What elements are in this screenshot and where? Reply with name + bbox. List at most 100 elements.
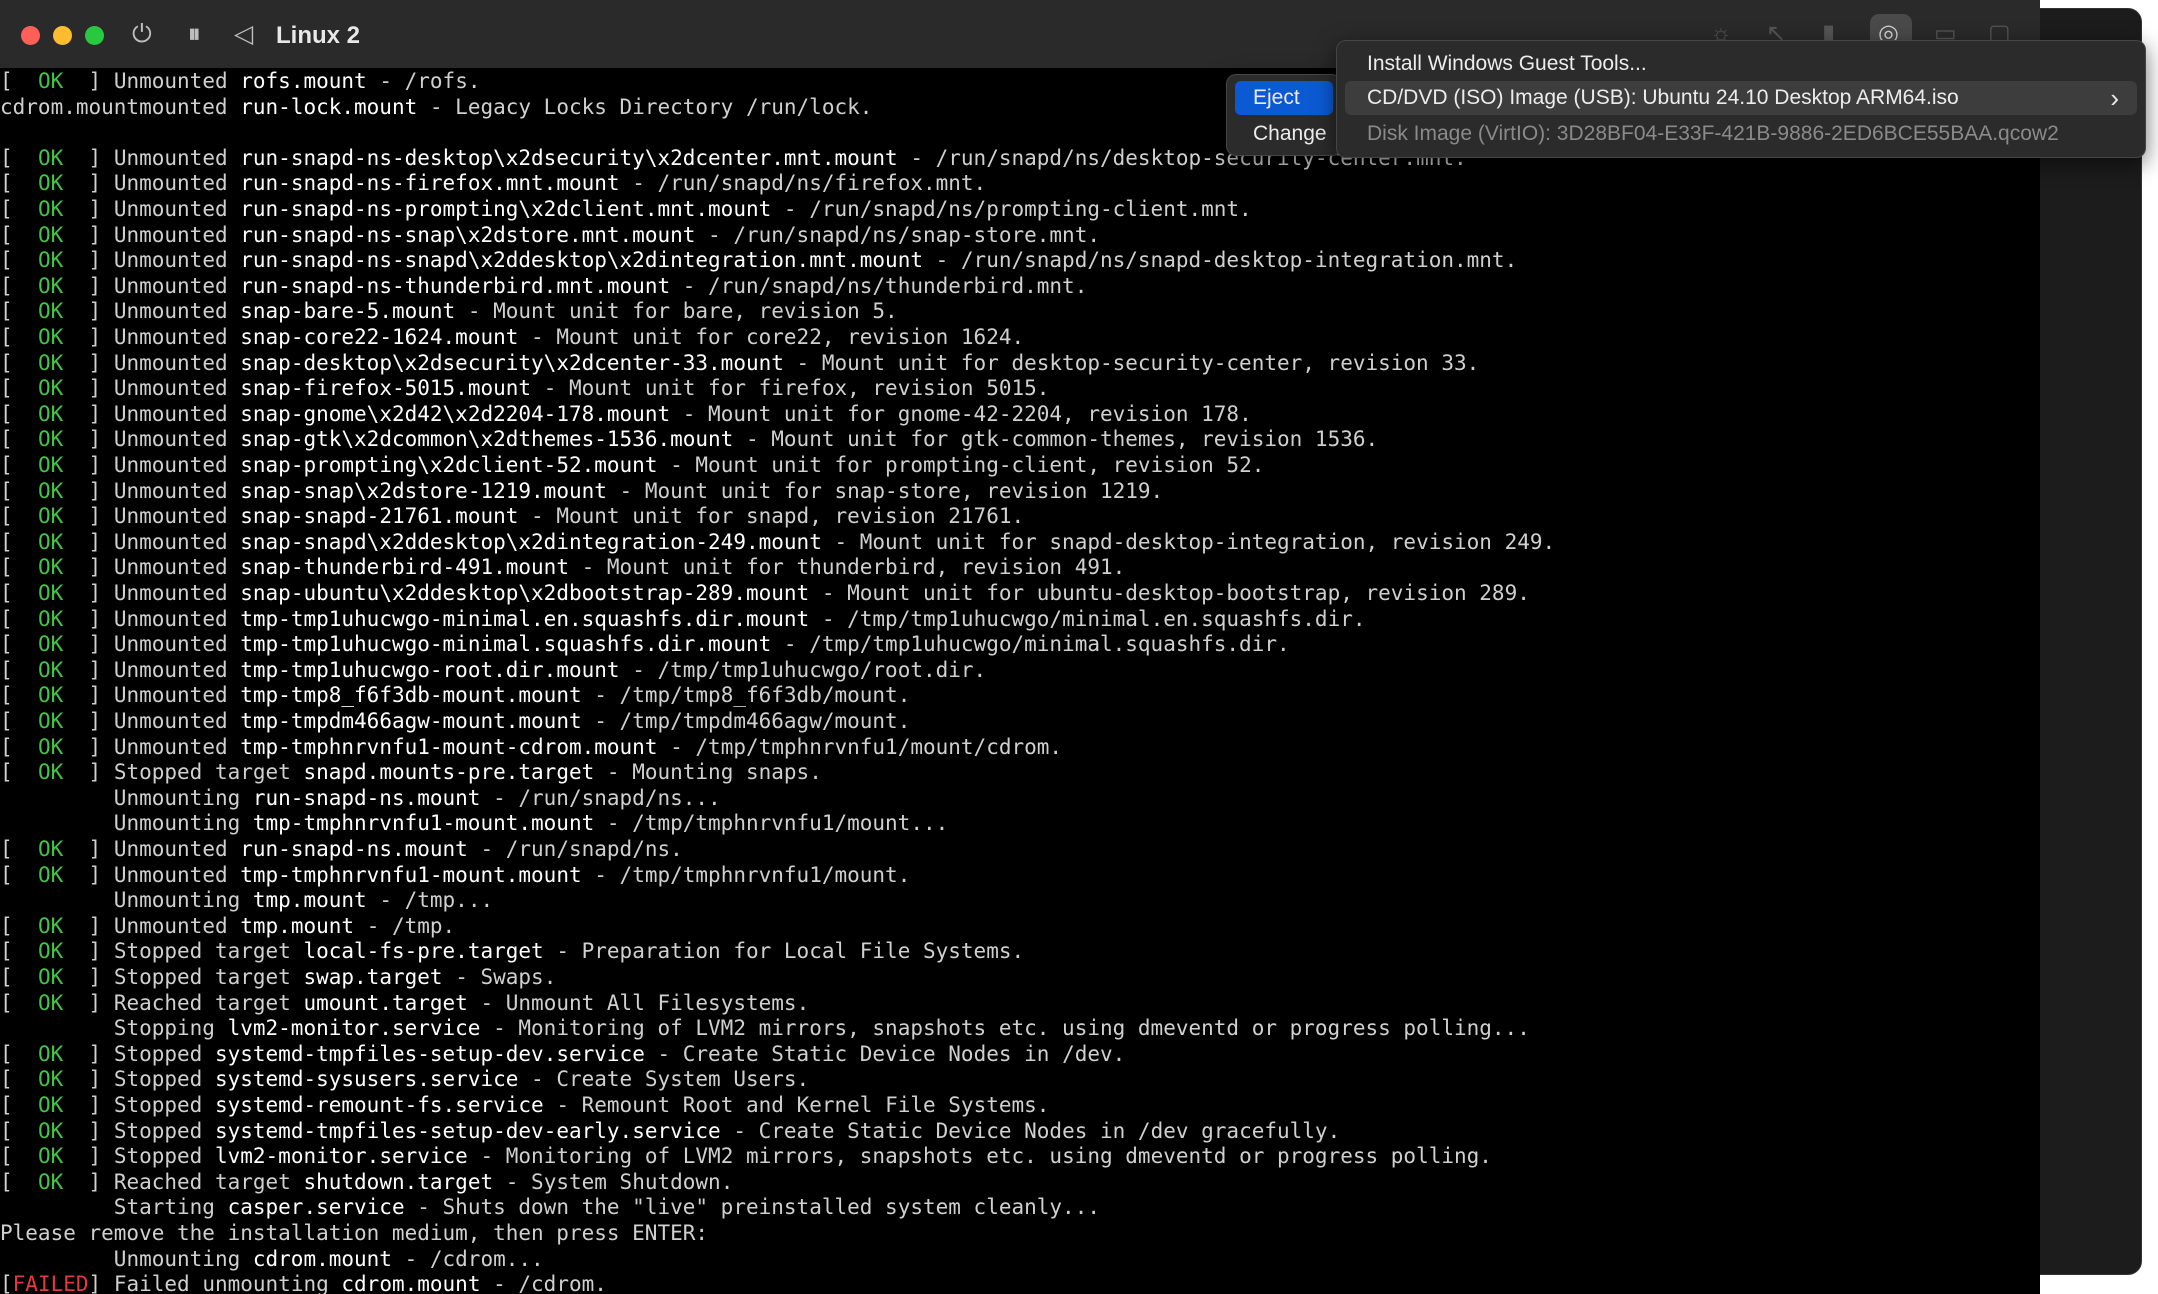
line-verb: Unmounted: [113, 376, 241, 401]
line-verb: Stopped: [113, 1144, 215, 1169]
cd-dvd-image-item[interactable]: CD/DVD (ISO) Image (USB): Ubuntu 24.10 D…: [1345, 81, 2137, 115]
line-verb: Unmounted: [113, 197, 241, 221]
status-ok: OK: [37, 965, 64, 989]
terminal-line: [ OK ] Unmounted snap-prompting\x2dclien…: [0, 452, 1264, 478]
line-verb: Unmounted: [113, 504, 241, 529]
status-ok: OK: [37, 632, 64, 657]
status-ok: OK: [37, 273, 64, 298]
line-verb: Unmounted: [113, 529, 241, 554]
status-bracket: [: [0, 1118, 38, 1143]
minimize-button[interactable]: [53, 26, 72, 45]
status-ok: OK: [37, 197, 64, 221]
line-desc: - /run/snapd/ns/firefox.mnt.: [619, 171, 987, 196]
line-desc: - /tmp...: [366, 888, 494, 913]
terminal-line: [ OK ] Unmounted snap-desktop\x2dsecurit…: [0, 350, 1479, 376]
unit-name: run-lock.mount: [240, 94, 418, 119]
terminal-line: [ OK ] Unmounted snap-snapd-21761.mount …: [0, 503, 1024, 529]
unit-name: snap-core22-1624.mount: [240, 325, 519, 349]
line-verb: Unmounted: [113, 734, 241, 759]
status-bracket: ]: [63, 1118, 114, 1143]
terminal-line: [ OK ] Unmounted snap-gtk\x2dcommon\x2dt…: [0, 426, 1378, 452]
line-desc: - Mount unit for prompting-client, revis…: [657, 453, 1265, 477]
close-button[interactable]: [21, 26, 40, 45]
status-ok: OK: [37, 69, 64, 93]
terminal-line: [ OK ] Unmounted run-snapd-ns-prompting\…: [0, 196, 1252, 222]
line-verb: Unmounted: [113, 248, 241, 273]
status-bracket: ]: [63, 1041, 114, 1066]
unit-name: snap-desktop\x2dsecurity\x2dcenter-33.mo…: [240, 350, 784, 375]
terminal-line: [ OK ] Unmounted tmp-tmphnrvnfu1-mount-c…: [0, 734, 1062, 760]
terminal-line: [ OK ] Unmounted tmp-tmpdm466agw-mount.m…: [0, 708, 910, 734]
terminal-line: [ OK ] Unmounted snap-ubuntu\x2ddesktop\…: [0, 580, 1530, 606]
terminal-line: [ OK ] Stopped target snapd.mounts-pre.t…: [0, 759, 822, 785]
line-desc: - /tmp/tmphnrvnfu1/mount/cdrom.: [657, 734, 1063, 759]
status-ok: OK: [37, 453, 64, 477]
line-desc: - Mount unit for core22, revision 1624.: [518, 325, 1025, 349]
status-bracket: ]: [63, 837, 114, 861]
line-verb: Stopped target: [113, 939, 304, 964]
line-desc: - /tmp/tmp8_f6f3db/mount.: [581, 683, 911, 708]
line-verb: Stopped: [113, 1093, 215, 1117]
status-bracket: ]: [63, 1093, 114, 1117]
status-bracket: [: [0, 325, 38, 349]
line-desc: - Preparation for Local File Systems.: [543, 939, 1025, 964]
status-bracket: [: [0, 453, 38, 477]
terminal-console[interactable]: [ OK ] Unmounted rofs.mount - /rofs. cdro…: [0, 68, 2040, 1294]
power-icon[interactable]: ⏻: [132, 18, 152, 50]
status-bracket: [: [0, 197, 38, 221]
line-verb: Stopped: [113, 1118, 215, 1143]
line-desc: - /tmp/tmp1uhucwgo/minimal.squashfs.dir.: [771, 632, 1290, 657]
terminal-line: [ OK ] Unmounted snap-core22-1624.mount …: [0, 324, 1024, 350]
terminal-line: Starting casper.service - Shuts down the…: [0, 1194, 1100, 1220]
status-bracket: ]: [63, 299, 114, 324]
status-bracket: ]: [63, 453, 114, 477]
status-ok: OK: [37, 837, 64, 861]
status-bracket: [: [0, 734, 38, 759]
status-bracket: ]: [63, 965, 114, 989]
unit-name: run-snapd-ns-prompting\x2dclient.mnt.mou…: [240, 197, 772, 221]
status-bracket: ]: [63, 248, 114, 273]
line-desc: - Monitoring of LVM2 mirrors, snapshots …: [480, 1016, 1530, 1041]
status-bracket: ]: [63, 555, 114, 580]
line-desc: - /run/snapd/ns.: [467, 837, 683, 861]
status-bracket: [: [0, 939, 38, 964]
line-desc: - Mount unit for thunderbird, revision 4…: [568, 555, 1126, 580]
line-verb: Unmounting: [113, 888, 253, 913]
line-desc: - Mount unit for snapd-desktop-integrati…: [821, 529, 1556, 554]
line-verb: Failed unmounting: [113, 1272, 342, 1294]
install-guest-tools-item[interactable]: Install Windows Guest Tools...: [1345, 47, 2137, 81]
line-desc: - /tmp.: [354, 913, 456, 938]
unit-name: lvm2-monitor.service: [227, 1016, 481, 1041]
terminal-line: [ OK ] Unmounted snap-gnome\x2d42\x2d220…: [0, 401, 1252, 427]
maximize-button[interactable]: [85, 26, 104, 45]
status-ok: OK: [37, 145, 64, 170]
status-bracket: ]: [63, 581, 114, 605]
back-icon[interactable]: ◁: [234, 18, 253, 50]
status-ok: OK: [37, 350, 64, 375]
unit-name: run-snapd-ns.mount: [252, 785, 481, 810]
terminal-line: [ OK ] Reached target shutdown.target - …: [0, 1169, 733, 1195]
status-ok: OK: [37, 734, 64, 759]
unit-name: run-snapd-ns-snapd\x2ddesktop\x2dintegra…: [240, 248, 923, 273]
status-bracket: ]: [63, 913, 114, 938]
status-ok: OK: [37, 683, 64, 708]
status-bracket: [: [0, 862, 38, 887]
change-menu-item[interactable]: Change: [1235, 117, 1333, 151]
status-bracket: [: [0, 913, 38, 938]
line-verb: Unmounted: [113, 683, 241, 708]
status-bracket: ]: [63, 197, 114, 221]
line-verb: Unmounted: [113, 453, 241, 477]
line-verb: Reached target: [113, 990, 304, 1015]
status-ok: OK: [37, 760, 64, 785]
eject-menu-item[interactable]: Eject: [1235, 81, 1333, 115]
unit-name: systemd-sysusers.service: [214, 1067, 519, 1092]
status-bracket: [: [0, 760, 38, 785]
pause-icon[interactable]: ⏸: [188, 18, 201, 50]
status-bracket: ]: [63, 709, 114, 733]
line-desc: - System Shutdown.: [493, 1169, 734, 1194]
status-ok: OK: [37, 709, 64, 733]
line-desc: - /run/snapd/ns/snapd-desktop-integratio…: [922, 248, 1518, 273]
status-bracket: [: [0, 145, 38, 170]
